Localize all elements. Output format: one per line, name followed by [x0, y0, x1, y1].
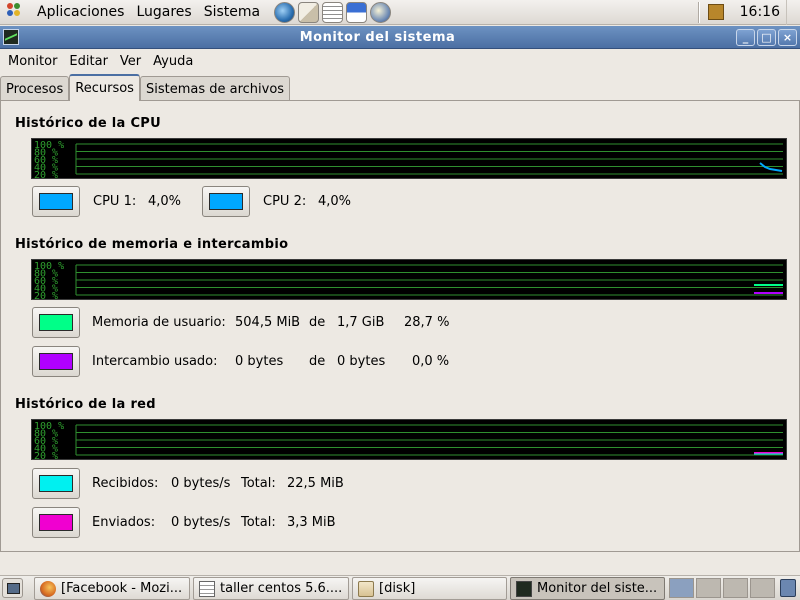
user-memory-used: 504,5 MiB: [235, 315, 301, 330]
user-memory-total: 1,7 GiB: [337, 315, 385, 330]
window-titlebar[interactable]: Monitor del sistema _ □ ×: [0, 26, 800, 49]
received-total: 22,5 MiB: [287, 476, 344, 491]
help-globe-icon[interactable]: [370, 1, 392, 23]
swap-color-swatch: [39, 353, 73, 370]
folder-icon: [358, 580, 374, 597]
swap-label: Intercambio usado:: [92, 354, 218, 369]
maximize-button[interactable]: □: [757, 28, 776, 46]
task-facebook-mozilla[interactable]: [Facebook - Mozi...: [34, 577, 190, 600]
task-label: [Facebook - Mozi...: [61, 581, 183, 596]
window-title: Monitor del sistema: [299, 29, 456, 45]
cpu2-label: CPU 2:: [263, 194, 307, 209]
workspace-3[interactable]: [723, 578, 748, 598]
cpu-graph: 100 % 80 % 60 % 40 % 20 %: [31, 138, 787, 179]
resources-panel: Histórico de la CPU 100 % 80 % 60 % 40 % 20 …: [0, 100, 800, 552]
task-taller-centos[interactable]: taller centos 5.6....: [193, 577, 349, 600]
received-label: Recibidos:: [92, 476, 159, 491]
cpu-graph-canvas: 100 %80 %60 %40 %20 %: [34, 140, 783, 178]
received-rate: 0 bytes/s: [171, 476, 231, 491]
swap-color-button[interactable]: [32, 346, 80, 377]
workspace-1[interactable]: [669, 578, 694, 598]
workspace-2[interactable]: [696, 578, 721, 598]
task-disk-folder[interactable]: [disk]: [352, 577, 507, 600]
cpu2-color-swatch: [209, 193, 243, 210]
menu-ver[interactable]: Ver: [116, 54, 145, 69]
minimize-button[interactable]: _: [736, 28, 755, 46]
system-monitor-icon[interactable]: [3, 29, 19, 45]
cpu1-color-button[interactable]: [32, 186, 80, 217]
user-memory-label: Memoria de usuario:: [92, 315, 226, 330]
software-updater-icon[interactable]: [707, 4, 724, 20]
tab-bar: Procesos Recursos Sistemas de archivos: [0, 74, 291, 101]
clock[interactable]: 16:16: [740, 4, 780, 20]
sent-label: Enviados:: [92, 515, 156, 530]
swap-of: de: [309, 354, 326, 369]
received-color-button[interactable]: [32, 468, 80, 499]
network-history-title: Histórico de la red: [15, 397, 156, 412]
text-editor-icon[interactable]: [322, 1, 344, 23]
user-memory-of: de: [309, 315, 326, 330]
axis-tick-label: 20 %: [34, 170, 58, 178]
axis-tick-label: 20 %: [34, 451, 58, 459]
applications-menu[interactable]: Aplicaciones: [31, 4, 130, 20]
trash-icon[interactable]: [780, 579, 796, 597]
menubar: Monitor Editar Ver Ayuda: [0, 50, 800, 73]
cpu1-color-swatch: [39, 193, 73, 210]
document-edit-icon[interactable]: [346, 1, 368, 23]
mail-icon[interactable]: [298, 1, 320, 23]
cpu2-value: 4,0%: [318, 194, 352, 209]
swap-total: 0 bytes: [337, 354, 386, 369]
memory-graph: 100 % 80 % 60 % 40 % 20 %: [31, 259, 787, 300]
top-panel: Aplicaciones Lugares Sistema 16:16: [0, 0, 800, 25]
system-menu[interactable]: Sistema: [198, 4, 266, 20]
tab-procesos[interactable]: Procesos: [0, 76, 70, 101]
menu-ayuda[interactable]: Ayuda: [149, 54, 197, 69]
user-memory-color-button[interactable]: [32, 307, 80, 338]
received-color-swatch: [39, 475, 73, 492]
user-memory-percent: 28,7 %: [404, 315, 450, 330]
menu-editar[interactable]: Editar: [65, 54, 112, 69]
workspace-4[interactable]: [750, 578, 775, 598]
system-monitor-icon: [516, 580, 532, 597]
launchers: [274, 1, 392, 23]
task-system-monitor[interactable]: Monitor del siste...: [510, 577, 665, 600]
applications-menu-icon[interactable]: [7, 3, 25, 21]
cpu2-color-button[interactable]: [202, 186, 250, 217]
axis-tick-label: 20 %: [34, 291, 58, 299]
cpu1-label: CPU 1:: [93, 194, 137, 209]
task-label: taller centos 5.6....: [220, 581, 343, 596]
cpu-history-title: Histórico de la CPU: [15, 116, 161, 131]
network-globe-icon[interactable]: [274, 1, 296, 23]
tab-sistemas-de-archivos[interactable]: Sistemas de archivos: [139, 76, 291, 101]
sent-total: 3,3 MiB: [287, 515, 336, 530]
memory-history-title: Histórico de memoria e intercambio: [15, 237, 289, 252]
task-label: [disk]: [379, 581, 416, 596]
close-button[interactable]: ×: [778, 28, 797, 46]
menu-monitor[interactable]: Monitor: [4, 54, 61, 69]
memory-graph-canvas: 100 %80 %60 %40 %20 %: [34, 261, 783, 299]
show-desktop-icon[interactable]: [2, 578, 23, 598]
network-graph: 100 % 80 % 60 % 40 % 20 %: [31, 419, 787, 460]
swap-percent: 0,0 %: [412, 354, 450, 369]
cpu1-value: 4,0%: [148, 194, 182, 209]
firefox-icon: [40, 580, 56, 597]
sent-total-label: Total:: [241, 515, 276, 530]
panel-handle: [786, 0, 800, 25]
swap-used: 0 bytes: [235, 354, 284, 369]
sent-rate: 0 bytes/s: [171, 515, 231, 530]
sent-color-button[interactable]: [32, 507, 80, 538]
task-label: Monitor del siste...: [537, 581, 658, 596]
sent-color-swatch: [39, 514, 73, 531]
places-menu[interactable]: Lugares: [130, 4, 197, 20]
network-graph-canvas: 100 %80 %60 %40 %20 %: [34, 421, 783, 459]
user-memory-color-swatch: [39, 314, 73, 331]
tab-recursos[interactable]: Recursos: [69, 74, 140, 101]
panel-separator: [697, 1, 700, 23]
document-icon: [199, 580, 215, 597]
received-total-label: Total:: [241, 476, 276, 491]
bottom-panel: [Facebook - Mozi... taller centos 5.6...…: [0, 575, 800, 600]
